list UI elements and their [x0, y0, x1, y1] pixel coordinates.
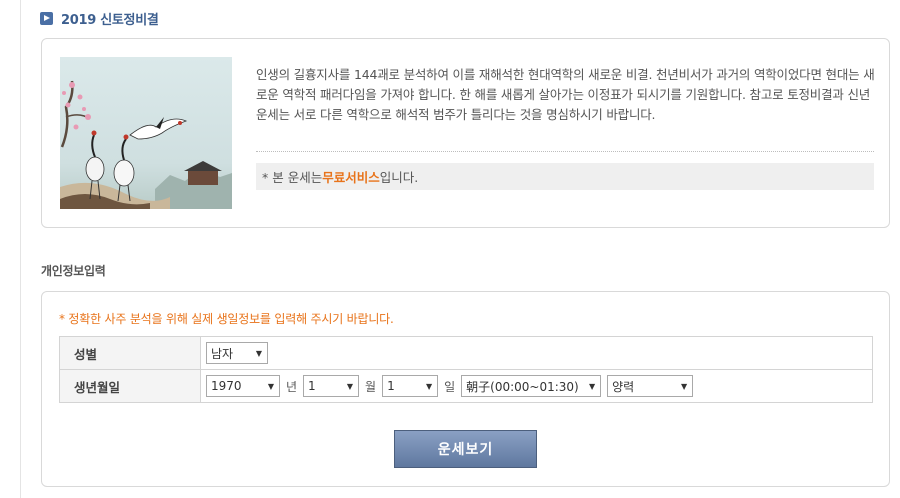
input-table: 성별 남자 ▼ 생년월일 1970 ▼ 년 1 ▼ 월 1 ▼ 일 朝子(00:… — [59, 336, 873, 403]
calendar-type-value: 양력 — [612, 379, 635, 394]
personal-info-heading: 개인정보입력 — [41, 264, 106, 278]
birth-day-select[interactable]: 1 ▼ — [382, 375, 439, 397]
day-unit-label: 일 — [444, 379, 456, 394]
intro-divider — [256, 151, 874, 152]
birth-cell: 1970 ▼ 년 1 ▼ 월 1 ▼ 일 朝子(00:00~01:30) ▼ 양… — [200, 369, 873, 403]
birth-month-select[interactable]: 1 ▼ — [303, 375, 360, 397]
birth-year-select[interactable]: 1970 ▼ — [206, 375, 280, 397]
gender-select-value: 남자 — [211, 346, 234, 361]
chevron-down-icon: ▼ — [680, 381, 688, 391]
chevron-down-icon: ▼ — [425, 381, 433, 391]
year-unit-label: 년 — [286, 379, 298, 394]
accuracy-notice: * 정확한 사주 분석을 위해 실제 생일정보를 입력해 주시기 바랍니다. — [59, 312, 394, 326]
birth-hour-select[interactable]: 朝子(00:00~01:30) ▼ — [461, 375, 602, 397]
birth-label: 생년월일 — [59, 369, 201, 403]
gender-cell: 남자 ▼ — [200, 336, 873, 370]
page-header: 2019 신토정비결 — [40, 8, 159, 28]
chevron-down-icon: ▼ — [346, 381, 354, 391]
chevron-down-icon: ▼ — [267, 381, 274, 391]
crane-landscape-illustration — [60, 57, 232, 209]
birth-month-value: 1 — [308, 379, 316, 393]
calendar-type-select[interactable]: 양력 ▼ — [607, 375, 694, 397]
birth-hour-value: 朝子(00:00~01:30) — [466, 379, 579, 394]
notice-prefix: * 본 운세는 — [262, 170, 323, 185]
notice-suffix: 입니다. — [379, 170, 419, 185]
intro-panel: 인생의 길흉지사를 144괘로 분석하여 이를 재해석한 현대역학의 새로운 비… — [41, 38, 890, 228]
free-service-notice: * 본 운세는 무료서비스 입니다. — [256, 163, 874, 190]
view-fortune-button[interactable]: 운세보기 — [394, 430, 537, 468]
chevron-down-icon: ▼ — [588, 381, 596, 391]
gender-select[interactable]: 남자 ▼ — [206, 342, 268, 364]
gender-row: 성별 남자 ▼ — [59, 336, 873, 370]
left-divider — [20, 0, 21, 498]
birth-year-value: 1970 — [211, 379, 242, 393]
gender-label: 성별 — [59, 336, 201, 370]
chevron-down-icon: ▼ — [255, 348, 262, 358]
free-service-highlight: 무료서비스 — [322, 170, 380, 185]
month-unit-label: 월 — [365, 379, 377, 394]
birth-row: 생년월일 1970 ▼ 년 1 ▼ 월 1 ▼ 일 朝子(00:00~01:30… — [59, 369, 873, 403]
birth-day-value: 1 — [387, 379, 395, 393]
intro-description: 인생의 길흉지사를 144괘로 분석하여 이를 재해석한 현대역학의 새로운 비… — [256, 67, 875, 122]
personal-info-form: * 정확한 사주 분석을 위해 실제 생일정보를 입력해 주시기 바랍니다. 성… — [41, 291, 890, 487]
play-bullet-icon — [40, 11, 53, 25]
page-title: 2019 신토정비결 — [61, 12, 159, 28]
